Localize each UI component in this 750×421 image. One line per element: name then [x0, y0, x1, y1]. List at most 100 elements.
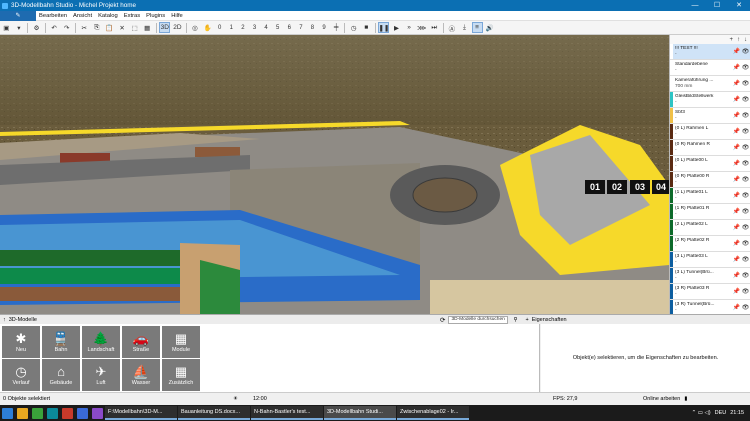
pin-icon[interactable]: 📌 [732, 272, 741, 279]
pin-icon[interactable]: 📌 [732, 176, 741, 183]
module-button-1[interactable]: 🚆 Bahn [42, 326, 80, 358]
pin-icon[interactable]: 📌 [732, 208, 741, 215]
eye-icon[interactable]: 👁 [741, 144, 750, 151]
camera-icon[interactable]: ◎ [190, 22, 201, 33]
pin-icon[interactable]: 📌 [732, 240, 741, 247]
layer-item[interactable]: (0 L) Platte00 L - 📌 👁 [670, 156, 750, 172]
eye-icon[interactable]: 👁 [741, 48, 750, 55]
pin-icon[interactable]: 📌 [732, 64, 741, 71]
eye-icon[interactable]: 👁 [741, 128, 750, 135]
add-layer-button[interactable]: + [729, 37, 733, 43]
taskbar-app[interactable]: N-Bahn-Bastler's test... [251, 406, 323, 420]
sun-icon[interactable]: ☀ [233, 396, 253, 402]
menu-bearbeiten[interactable]: Bearbeiten [36, 13, 70, 19]
module-button-4[interactable]: ▦ Module [162, 326, 200, 358]
skip-end-icon[interactable]: ⏭ [429, 22, 440, 33]
camera-preset-1[interactable]: 1 [226, 22, 236, 33]
layer-item[interactable]: (3 R) Platte03 R - 📌 👁 [670, 284, 750, 300]
menu-ansicht[interactable]: Ansicht [70, 13, 95, 19]
close-button[interactable]: ✕ [728, 0, 750, 11]
camera-preset-3[interactable]: 3 [249, 22, 259, 33]
pin-icon[interactable]: 📌 [732, 160, 741, 167]
pin-icon[interactable]: 📌 [732, 48, 741, 55]
collapse-icon[interactable]: ↑ [3, 317, 6, 323]
pin-icon[interactable]: 📌 [732, 192, 741, 199]
taskbar-app[interactable]: F:\Modellbahn\3D-M... [105, 406, 177, 420]
layer-item[interactable]: (3 L) Platte03 L - 📌 👁 [670, 252, 750, 268]
maximize-button[interactable]: ☐ [706, 0, 728, 11]
pin-icon[interactable]: 📌 [732, 112, 741, 119]
pin-icon[interactable]: 📌 [732, 304, 741, 311]
track-icon[interactable]: ╪ [331, 22, 342, 33]
eye-icon[interactable]: 👁 [741, 272, 750, 279]
taskbar-app[interactable]: 3D-Modellbahn Studi... [324, 406, 396, 420]
pause-icon[interactable]: ❚❚ [378, 22, 390, 33]
layer-item[interactable]: GleisBildStellwerk - 📌 👁 [670, 92, 750, 108]
windows-start-icon[interactable] [2, 407, 13, 419]
stop-icon[interactable]: ■ [361, 22, 372, 33]
pin-icon[interactable]: 📌 [732, 96, 741, 103]
excel-icon[interactable] [32, 407, 43, 419]
text-tool-icon[interactable]: Ⓐ [446, 22, 457, 33]
pin-icon[interactable]: 📌 [732, 256, 741, 263]
layer-item[interactable]: Kameraführung ... 700 mm 📌 👁 [670, 76, 750, 92]
cut-icon[interactable]: ✂ [79, 22, 90, 33]
layer-item[interactable]: (1 R) Platte01 R - 📌 👁 [670, 204, 750, 220]
app-icon-2[interactable] [47, 407, 58, 419]
layer-item[interactable]: (0 L) Rahmen L - 📌 👁 [670, 124, 750, 140]
fast-forward-icon[interactable]: » [404, 22, 415, 33]
explorer-icon[interactable] [17, 407, 28, 419]
menu-plugins[interactable]: Plugins [143, 13, 168, 19]
module-button-5[interactable]: ◷ Verlauf [2, 359, 40, 391]
walk-icon[interactable]: ✋ [202, 22, 213, 33]
3d-viewport[interactable]: 01 02 03 04 [0, 35, 669, 314]
pin-icon[interactable]: 📌 [732, 224, 741, 231]
settings-icon[interactable]: ⚙ [31, 22, 42, 33]
layers-icon[interactable]: ≡ [471, 22, 483, 33]
eye-icon[interactable]: 👁 [741, 160, 750, 167]
eye-icon[interactable]: 👁 [741, 224, 750, 231]
layer-item[interactable]: Standardebene - 📌 👁 [670, 60, 750, 76]
module-button-3[interactable]: 🚗 Straße [122, 326, 160, 358]
eye-icon[interactable]: 👁 [741, 240, 750, 247]
app-icon-5[interactable] [92, 407, 103, 419]
eye-icon[interactable]: 👁 [741, 192, 750, 199]
minimize-button[interactable]: — [684, 0, 706, 11]
pin-icon[interactable]: 📌 [732, 144, 741, 151]
pin-icon[interactable]: 📌 [732, 80, 741, 87]
layer-item[interactable]: Sbf3- 📌 👁 [670, 108, 750, 124]
module-button-2[interactable]: 🌲 Landschaft [82, 326, 120, 358]
layer-item[interactable]: (0 R) Platte00 R - 📌 👁 [670, 172, 750, 188]
layer-item[interactable]: (1 L) Platte01 L - 📌 👁 [670, 188, 750, 204]
select-all-icon[interactable]: ⬚ [129, 22, 140, 33]
module-button-0[interactable]: ✱ Neu [2, 326, 40, 358]
eye-icon[interactable]: 👁 [741, 112, 750, 119]
copy-icon[interactable]: ⎘ [91, 22, 102, 33]
layer-item[interactable]: !!! TEST !!! - 📌 👁 [670, 44, 750, 60]
menu-extras[interactable]: Extras [121, 13, 143, 19]
eye-icon[interactable]: 👁 [741, 176, 750, 183]
app-icon-3[interactable] [62, 407, 73, 419]
eye-icon[interactable]: 👁 [741, 96, 750, 103]
app-icon-4[interactable] [77, 407, 88, 419]
redo-icon[interactable]: ↷ [61, 22, 72, 33]
layer-item[interactable]: (0 R) Rahmen R - 📌 👁 [670, 140, 750, 156]
dropdown-icon[interactable]: ▾ [13, 22, 24, 33]
layer-up-button[interactable]: ↑ [737, 37, 740, 43]
sound-icon[interactable]: 🔊 [484, 22, 495, 33]
layer-item[interactable]: (3 L) Tunnel(Brü... - 📌 👁 [670, 268, 750, 284]
refresh-icon[interactable]: ⟳ [440, 316, 445, 324]
eye-icon[interactable]: 👁 [741, 208, 750, 215]
pin-icon[interactable]: 📌 [732, 288, 741, 295]
save-icon[interactable]: ▣ [1, 22, 12, 33]
camera-preset-7[interactable]: 7 [296, 22, 306, 33]
pin-icon[interactable]: 📌 [732, 128, 741, 135]
model-search-input[interactable]: 3D-Modelle durchsuchen [448, 315, 509, 324]
add-icon[interactable]: + [525, 317, 528, 323]
grid-icon[interactable]: ▦ [142, 22, 153, 33]
play-icon[interactable]: ▶ [391, 22, 402, 33]
eye-icon[interactable]: 👁 [741, 288, 750, 295]
menu-katalog[interactable]: Katalog [95, 13, 121, 19]
camera-preset-0[interactable]: 0 [215, 22, 225, 33]
view-3d-button[interactable]: 3D [159, 22, 171, 33]
